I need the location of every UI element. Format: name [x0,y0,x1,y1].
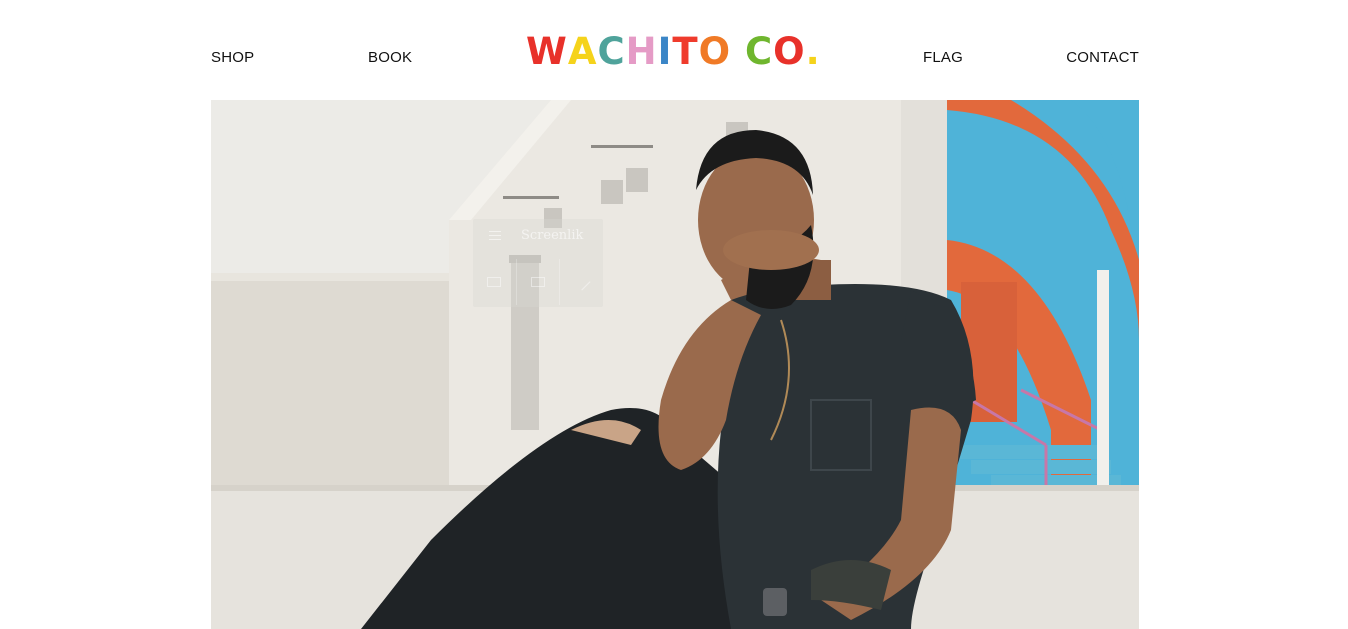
logo-letter: C [744,30,774,73]
widget-title: Screenlik [521,228,584,243]
window-icon [531,277,545,287]
logo-letter: I [657,30,673,73]
site-logo[interactable]: WACHITO CO. [526,30,821,74]
hero-photo [211,100,1139,629]
nav-link-contact[interactable]: CONTACT [1066,49,1139,67]
hero-image: Screenlik [211,100,1139,629]
logo-letter: . [805,30,821,73]
site-header: SHOP BOOK WACHITO CO. FLAG CONTACT [211,0,1139,100]
logo-letter: T [672,30,699,73]
monitor-button[interactable] [473,259,517,305]
logo-letter: O [698,30,732,73]
pen-button[interactable] [560,259,603,305]
logo-letter: A [567,30,598,73]
monitor-icon [487,277,502,287]
nav-link-shop[interactable]: SHOP [211,49,254,67]
logo-letter: C [597,30,626,73]
logo-letter: O [773,30,806,73]
nav-link-book[interactable]: BOOK [368,49,412,67]
pen-icon [573,273,591,291]
screenshot-widget[interactable]: Screenlik [473,219,603,307]
logo-letter: W [526,30,568,73]
widget-toolbar [473,259,603,305]
nav-link-flag[interactable]: FLAG [923,49,963,67]
logo-letter [731,30,745,74]
logo-letter: H [625,30,658,73]
menu-icon[interactable] [489,231,501,241]
window-button[interactable] [517,259,561,305]
